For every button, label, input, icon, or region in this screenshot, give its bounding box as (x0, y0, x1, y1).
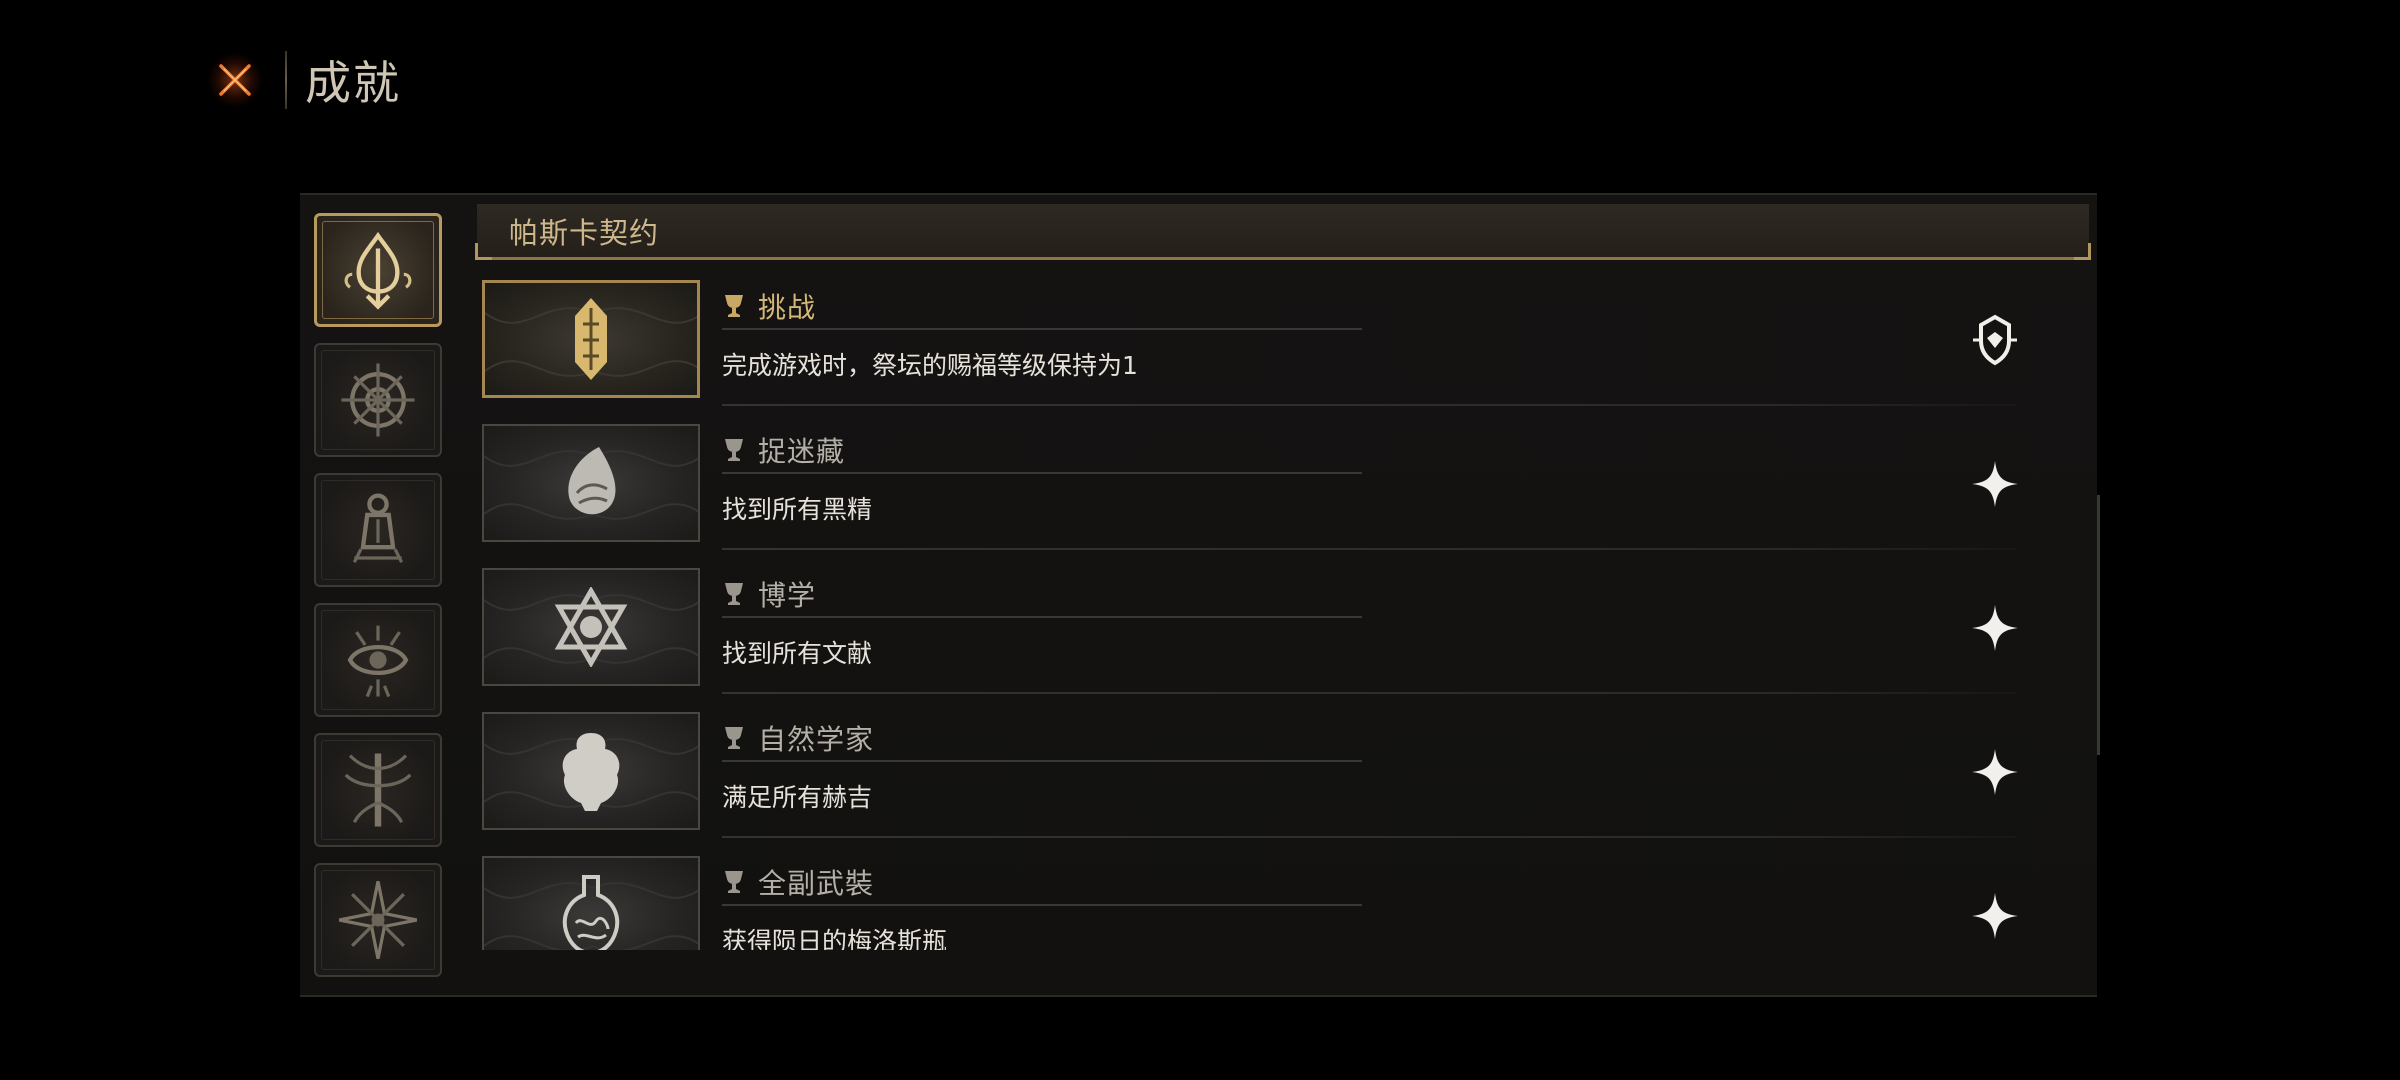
achievement-state (1967, 888, 2022, 944)
achievement-description: 找到所有文献 (722, 639, 873, 668)
tree-sigil-icon (344, 753, 412, 827)
achievement-thumbnail (482, 568, 700, 686)
achievement-thumbnail (482, 280, 700, 398)
row-separator (722, 692, 2017, 694)
achievement-row[interactable]: 全副武裝 获得陨日的梅洛斯瓶 (482, 856, 2022, 950)
achievements-panel: 帕斯卡契约 挑战 完成游戏时，祭坛的赐福等级保持为1 捉迷藏 找到所有黑精 博学… (300, 193, 2100, 997)
trophy-icon (725, 727, 743, 749)
achievement-row[interactable]: 博学 找到所有文献 (482, 568, 2022, 712)
trophy-icon (725, 295, 743, 317)
tentacle-sigil-icon (344, 231, 412, 310)
category-tab-3[interactable] (314, 473, 442, 587)
achievement-state (1967, 456, 2022, 512)
eye-sigil-icon (347, 625, 409, 698)
page-title: 成就 (305, 56, 401, 110)
category-tab-1[interactable] (314, 213, 442, 327)
category-tab-5[interactable] (314, 733, 442, 847)
completed-emblem-icon (1973, 314, 2017, 366)
achievement-thumbnail (482, 856, 700, 950)
category-sidebar (314, 213, 446, 993)
achievement-name-row: 挑战 (722, 284, 1362, 330)
beast-emblem-icon (562, 733, 620, 811)
achievement-name: 自然学家 (758, 723, 875, 756)
row-separator (722, 404, 2017, 406)
category-tab-4[interactable] (314, 603, 442, 717)
achievement-description: 获得陨日的梅洛斯瓶 (722, 927, 948, 950)
close-x-icon (219, 64, 251, 96)
achievement-name-row: 自然学家 (722, 716, 1362, 762)
trophy-icon (725, 439, 743, 461)
achievement-name: 挑战 (758, 291, 817, 324)
achievement-row[interactable]: 挑战 完成游戏时，祭坛的赐福等级保持为1 (482, 280, 2022, 424)
achievement-name-row: 全副武裝 (722, 860, 1362, 906)
row-separator (722, 548, 2017, 550)
seed-emblem-icon (568, 447, 616, 515)
scrollbar[interactable] (2097, 495, 2100, 755)
trophy-icon (725, 871, 743, 893)
compass-wheel-sigil-icon (341, 363, 415, 437)
category-header: 帕斯卡契约 (475, 204, 2091, 260)
sun-sigil-icon (338, 880, 418, 960)
sparkle-icon (1972, 893, 2018, 939)
achievement-description: 完成游戏时，祭坛的赐福等级保持为1 (722, 351, 1138, 380)
rune-emblem-icon (575, 298, 607, 380)
achievement-name: 捉迷藏 (758, 435, 846, 468)
category-tab-6[interactable] (314, 863, 442, 977)
achievement-row[interactable]: 自然学家 满足所有赫吉 (482, 712, 2022, 856)
achievement-description: 找到所有黑精 (722, 495, 873, 524)
achievement-description: 满足所有赫吉 (722, 783, 873, 812)
flask-emblem-icon (562, 875, 620, 950)
close-button[interactable] (205, 50, 265, 110)
achievement-thumbnail (482, 712, 700, 830)
achievement-state (1967, 312, 2022, 368)
achievement-name-row: 博学 (722, 572, 1362, 618)
achievement-row[interactable]: 捉迷藏 找到所有黑精 (482, 424, 2022, 568)
achievement-state (1967, 744, 2022, 800)
row-separator (722, 836, 2017, 838)
achievement-name: 全副武裝 (758, 867, 875, 900)
hexagram-emblem-icon (554, 587, 628, 667)
sparkle-icon (1972, 749, 2018, 795)
header: 成就 (205, 45, 401, 115)
lantern-sigil-icon (352, 493, 404, 563)
achievement-name-row: 捉迷藏 (722, 428, 1362, 474)
header-divider (285, 51, 287, 109)
category-title: 帕斯卡契约 (509, 215, 660, 250)
achievement-state (1967, 600, 2022, 656)
achievement-thumbnail (482, 424, 700, 542)
achievements-screen: 成就 帕斯卡契约 挑战 完成游戏时，祭坛的赐福等级保持为1 捉迷藏 找到所有黑精… (0, 0, 2400, 1080)
achievement-list[interactable]: 挑战 完成游戏时，祭坛的赐福等级保持为1 捉迷藏 找到所有黑精 博学 找到所有文… (482, 280, 2022, 950)
sparkle-icon (1972, 605, 2018, 651)
achievement-name: 博学 (758, 579, 817, 612)
category-tab-2[interactable] (314, 343, 442, 457)
trophy-icon (725, 583, 743, 605)
sparkle-icon (1972, 461, 2018, 507)
